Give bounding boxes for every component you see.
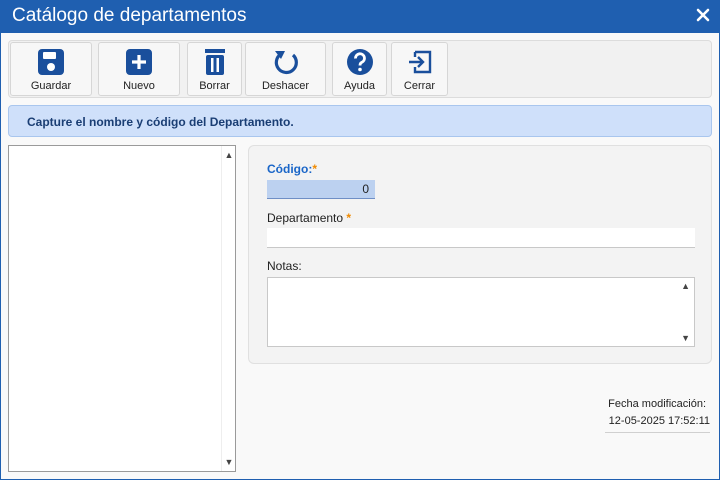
window-client: Guardar Nuevo Borrar Deshacer Ayuda Cerr… bbox=[1, 33, 719, 479]
toolbar: Guardar Nuevo Borrar Deshacer Ayuda Cerr… bbox=[8, 40, 712, 98]
save-button[interactable]: Guardar bbox=[10, 42, 92, 96]
info-banner: Capture el nombre y código del Departame… bbox=[8, 105, 712, 137]
departamento-label-text: Departamento bbox=[267, 211, 344, 225]
undo-button[interactable]: Deshacer bbox=[245, 42, 326, 96]
notas-scroll-down-icon[interactable]: ▼ bbox=[681, 333, 690, 343]
form-panel: Código:* Departamento * Notas: ▲ ▼ bbox=[248, 145, 712, 364]
codigo-input[interactable] bbox=[267, 180, 375, 199]
required-mark: * bbox=[346, 211, 352, 225]
window-title: Catálogo de departamentos bbox=[12, 5, 247, 26]
fecha-modificacion-value: 12-05-2025 17:52:11 bbox=[605, 415, 710, 433]
department-list[interactable]: ▲ ▼ bbox=[8, 145, 236, 472]
notas-textarea[interactable]: ▲ ▼ bbox=[267, 277, 695, 347]
scroll-down-icon[interactable]: ▼ bbox=[224, 457, 234, 467]
undo-icon bbox=[274, 51, 298, 75]
trash-icon bbox=[204, 49, 225, 75]
save-button-label: Guardar bbox=[30, 80, 72, 92]
notas-label: Notas: bbox=[267, 259, 302, 273]
help-icon bbox=[346, 49, 373, 75]
codigo-label-text: Código: bbox=[267, 162, 313, 176]
list-scrollbar[interactable]: ▲ ▼ bbox=[221, 146, 235, 471]
delete-button-label: Borrar bbox=[199, 80, 230, 92]
help-button[interactable]: Ayuda bbox=[332, 42, 387, 96]
undo-button-label: Deshacer bbox=[261, 80, 310, 92]
fecha-modificacion-label: Fecha modificación: bbox=[608, 398, 706, 410]
codigo-label: Código:* bbox=[267, 162, 317, 176]
exit-icon bbox=[408, 50, 431, 74]
info-message: Capture el nombre y código del Departame… bbox=[27, 115, 294, 129]
scroll-up-icon[interactable]: ▲ bbox=[224, 150, 234, 160]
notas-scroll-up-icon[interactable]: ▲ bbox=[681, 281, 690, 291]
help-button-label: Ayuda bbox=[344, 80, 375, 92]
delete-button[interactable]: Borrar bbox=[187, 42, 242, 96]
close-icon[interactable] bbox=[693, 5, 713, 25]
title-bar: Catálogo de departamentos bbox=[0, 0, 720, 33]
new-button[interactable]: Nuevo bbox=[98, 42, 180, 96]
departamento-input[interactable] bbox=[267, 228, 695, 248]
save-icon bbox=[38, 49, 64, 75]
new-button-label: Nuevo bbox=[123, 80, 155, 92]
exit-button-label: Cerrar bbox=[403, 80, 436, 92]
plus-icon bbox=[126, 49, 152, 75]
exit-button[interactable]: Cerrar bbox=[391, 42, 448, 96]
departamento-label: Departamento * bbox=[267, 211, 351, 225]
required-mark: * bbox=[312, 162, 317, 176]
